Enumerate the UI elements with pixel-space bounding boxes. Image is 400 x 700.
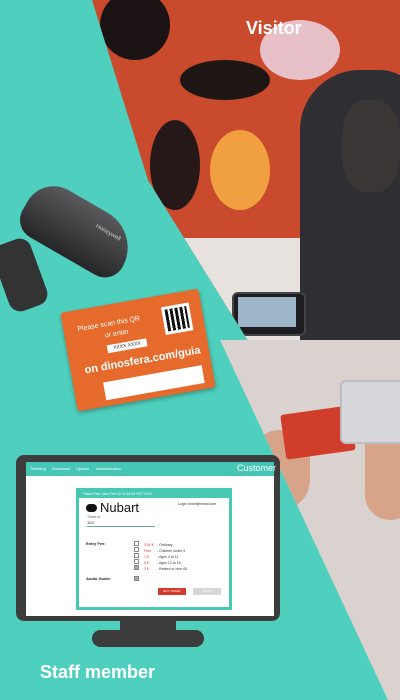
- fee-price: 3 €: [144, 567, 149, 571]
- flyer-instruction: Please scan this QR: [76, 315, 141, 334]
- monitor-base: [92, 630, 204, 647]
- visitor-head: [342, 100, 400, 192]
- nav-administration[interactable]: Administration: [96, 466, 121, 471]
- flyer-or-enter: or enter: [104, 328, 130, 340]
- brand-name: Nubart: [100, 500, 140, 515]
- login-text: Login: ticket@email.com: [178, 502, 217, 506]
- audio-guide-checkbox[interactable]: [134, 576, 139, 581]
- barcode-scanner-image: Honeywell: [0, 175, 150, 320]
- visitor-phone-screen: [238, 297, 296, 327]
- scanner-grip: [0, 235, 51, 315]
- qr-code-icon: [160, 302, 194, 335]
- nav-download[interactable]: Download: [52, 466, 70, 471]
- back-button[interactable]: BACK: [193, 588, 221, 595]
- nav-ticketing[interactable]: Ticketing: [30, 466, 46, 471]
- checkbox-icon[interactable]: [134, 541, 139, 546]
- nav-upload[interactable]: Upload: [76, 466, 89, 471]
- composite-canvas: Honeywell Please scan this QR or enter X…: [0, 0, 400, 700]
- nubart-logo: Nubart: [86, 500, 139, 515]
- entry-fee-label: Entry Fee:: [86, 541, 106, 546]
- field-underline: [87, 526, 155, 527]
- audio-guide-label: Audio Guide:: [86, 576, 112, 581]
- fee-option[interactable]: 3 € - Retired or over 65: [134, 565, 187, 571]
- checkbox-icon[interactable]: [134, 565, 139, 570]
- fee-desc: - Retired or over 65: [157, 567, 188, 571]
- scanning-phone: [340, 380, 400, 444]
- flyer-code: XXXX XXXX: [106, 338, 148, 354]
- visitor-caption: Visitor: [246, 18, 302, 38]
- wall-pattern-shape: [150, 120, 200, 210]
- wall-pattern-shape: [210, 130, 270, 210]
- ticket-status-bar: Ticket Paid: Mon Feb 02 11:34:43 GST 202…: [79, 491, 229, 498]
- checkbox-icon[interactable]: [134, 559, 139, 564]
- wall-pattern-shape: [100, 0, 170, 60]
- checkbox-icon[interactable]: [134, 553, 139, 558]
- staff-caption: Staff member: [40, 662, 156, 682]
- buy-ticket-button[interactable]: BUY TICKET: [158, 588, 186, 595]
- customer-label: Customer: [237, 463, 277, 473]
- checkbox-icon[interactable]: [134, 547, 139, 552]
- cloud-icon: [86, 504, 97, 512]
- ticket-number-field[interactable]: 103: [87, 520, 94, 525]
- ticket-field-label: Ticket nr.: [87, 515, 102, 519]
- wall-pattern-shape: [180, 60, 270, 100]
